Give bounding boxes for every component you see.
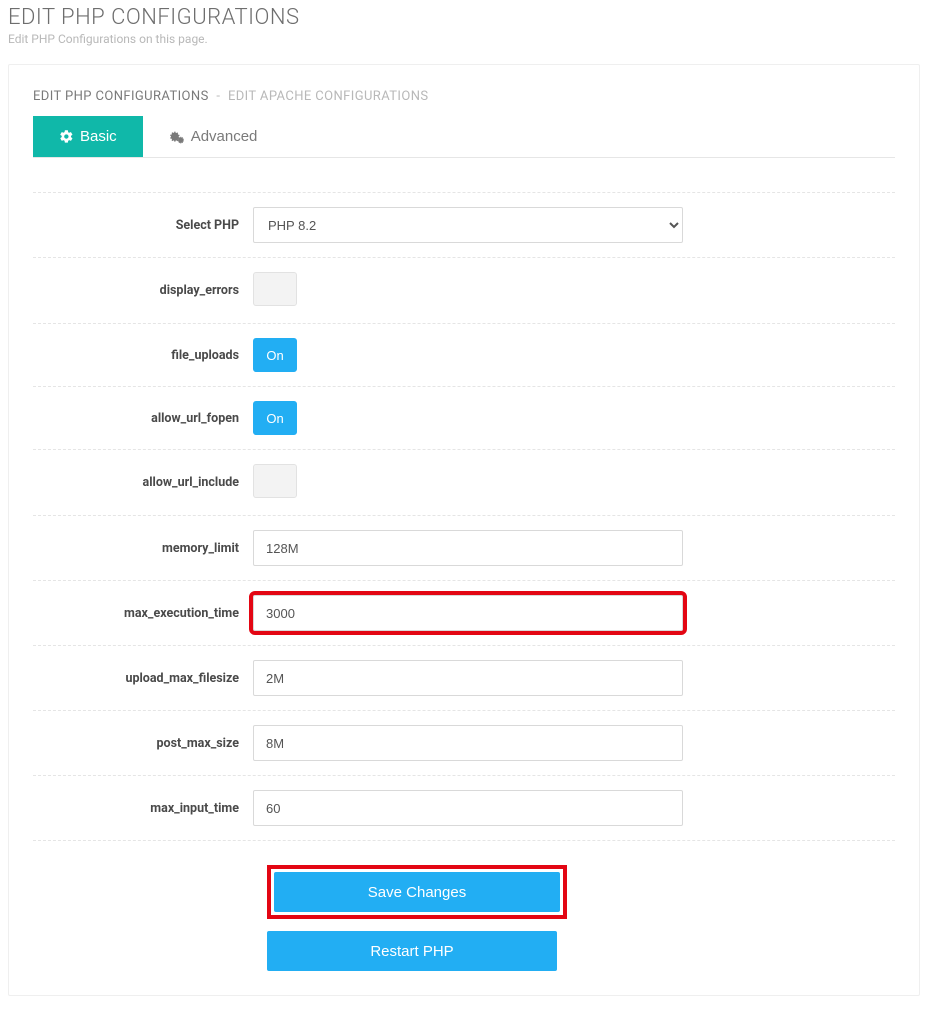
tab-basic[interactable]: Basic (33, 116, 143, 157)
tabs: Basic Advanced (33, 116, 895, 158)
input-max-input-time[interactable] (253, 790, 683, 826)
row-allow-url-include: allow_url_include (33, 450, 895, 516)
toggle-file-uploads[interactable]: On (253, 338, 297, 372)
label-display-errors: display_errors (33, 283, 253, 298)
label-max-input-time: max_input_time (33, 801, 253, 816)
row-upload-max-filesize: upload_max_filesize (33, 646, 895, 711)
breadcrumb-link-apache[interactable]: EDIT APACHE CONFIGURATIONS (228, 89, 429, 104)
page-subtitle: Edit PHP Configurations on this page. (8, 32, 920, 46)
breadcrumb: EDIT PHP CONFIGURATIONS - EDIT APACHE CO… (33, 89, 895, 104)
gears-icon (169, 129, 185, 145)
label-memory-limit: memory_limit (33, 541, 253, 556)
label-allow-url-include: allow_url_include (33, 475, 253, 490)
tab-advanced-label: Advanced (191, 128, 258, 145)
input-post-max-size[interactable] (253, 725, 683, 761)
breadcrumb-separator: - (212, 89, 224, 104)
label-allow-url-fopen: allow_url_fopen (33, 411, 253, 426)
input-max-execution-time[interactable] (253, 595, 683, 631)
label-select-php: Select PHP (33, 218, 253, 233)
row-max-execution-time: max_execution_time (33, 581, 895, 646)
row-max-input-time: max_input_time (33, 776, 895, 841)
input-memory-limit[interactable] (253, 530, 683, 566)
save-button[interactable]: Save Changes (274, 872, 560, 912)
select-php-dropdown[interactable]: PHP 8.2 (253, 207, 683, 243)
row-allow-url-fopen: allow_url_fopen On (33, 387, 895, 450)
input-upload-max-filesize[interactable] (253, 660, 683, 696)
label-max-execution-time: max_execution_time (33, 606, 253, 621)
toggle-display-errors[interactable] (253, 272, 297, 306)
row-file-uploads: file_uploads On (33, 324, 895, 387)
form-area: Select PHP PHP 8.2 display_errors file_u… (33, 158, 895, 971)
page-title: EDIT PHP CONFIGURATIONS (8, 5, 920, 30)
tab-advanced[interactable]: Advanced (143, 116, 284, 157)
highlight-save: Save Changes (267, 865, 567, 919)
breadcrumb-current: EDIT PHP CONFIGURATIONS (33, 89, 209, 104)
form-actions: Save Changes Restart PHP (33, 841, 573, 971)
restart-php-button[interactable]: Restart PHP (267, 931, 557, 971)
toggle-allow-url-fopen[interactable]: On (253, 401, 297, 435)
config-panel: EDIT PHP CONFIGURATIONS - EDIT APACHE CO… (8, 64, 920, 996)
row-post-max-size: post_max_size (33, 711, 895, 776)
toggle-allow-url-include[interactable] (253, 464, 297, 498)
row-memory-limit: memory_limit (33, 516, 895, 581)
row-display-errors: display_errors (33, 258, 895, 324)
gear-icon (59, 129, 74, 144)
tab-basic-label: Basic (80, 128, 117, 145)
label-upload-max-filesize: upload_max_filesize (33, 671, 253, 686)
row-select-php: Select PHP PHP 8.2 (33, 192, 895, 258)
label-file-uploads: file_uploads (33, 348, 253, 363)
label-post-max-size: post_max_size (33, 736, 253, 751)
